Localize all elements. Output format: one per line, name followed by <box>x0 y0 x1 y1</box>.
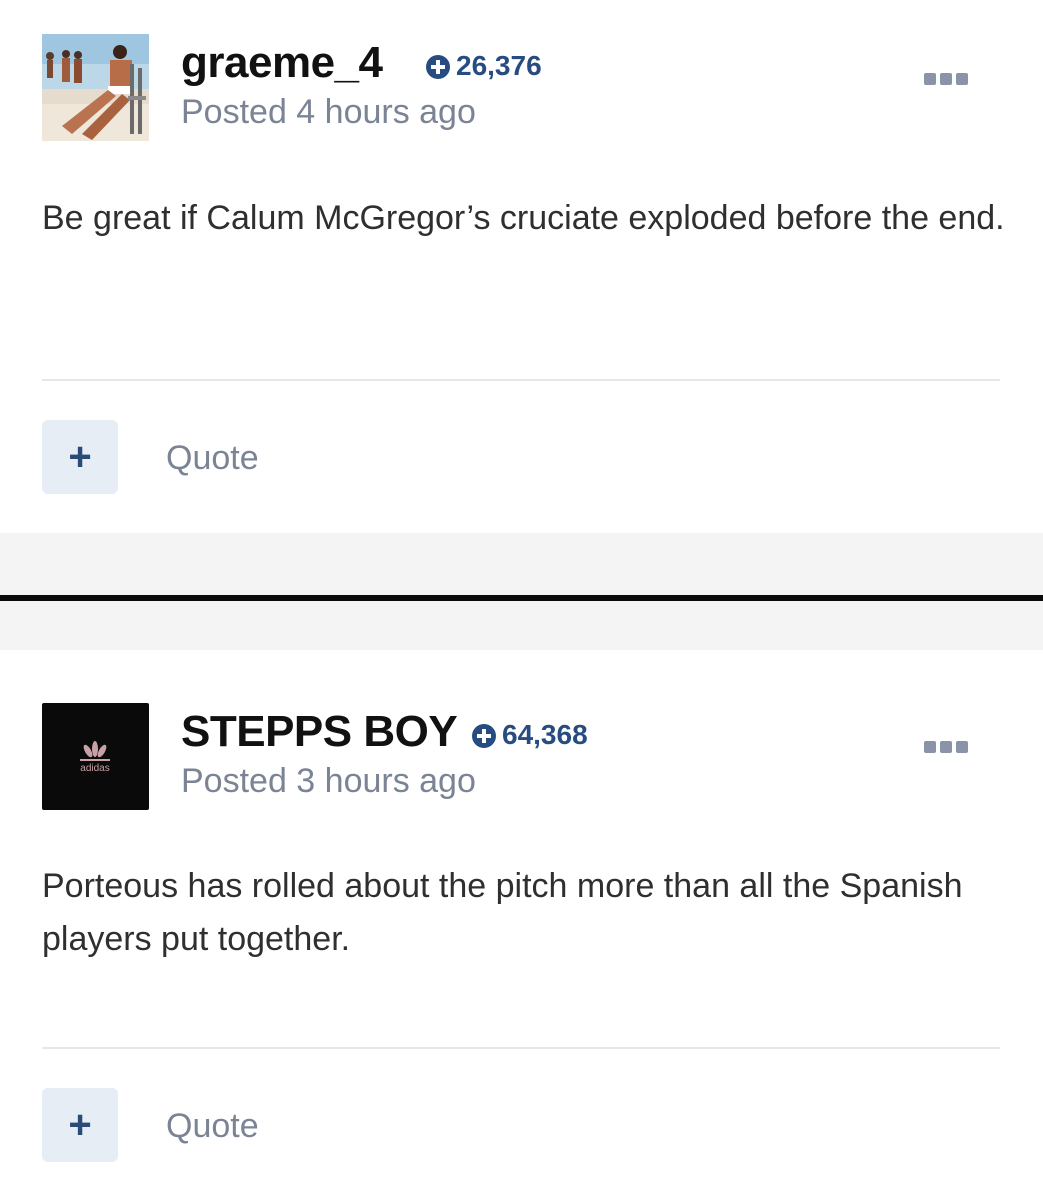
post-separator <box>0 533 1043 595</box>
username[interactable]: graeme_4 <box>181 38 383 88</box>
plus-circle-icon <box>472 723 496 748</box>
reputation-count: 64,368 <box>502 719 588 750</box>
post-timestamp[interactable]: Posted 3 hours ago <box>181 761 476 801</box>
reputation-badge: 26,376 <box>426 50 542 82</box>
more-dot <box>924 741 936 753</box>
post-separator <box>0 601 1043 650</box>
more-dot <box>956 73 968 85</box>
svg-text:adidas: adidas <box>80 763 109 774</box>
quote-button[interactable]: Quote <box>166 1106 259 1146</box>
post-graeme-4: graeme_4 26,376 Posted 4 hours ago Be gr… <box>0 0 1043 533</box>
more-dot <box>924 73 936 85</box>
username[interactable]: STEPPS BOY <box>181 707 458 757</box>
reputation-badge: 64,368 <box>472 719 588 751</box>
plus-circle-icon <box>426 54 450 79</box>
avatar-adidas-logo: adidas <box>42 703 149 810</box>
reputation-button[interactable]: + <box>42 420 118 494</box>
divider <box>42 379 1000 381</box>
post-content: Be great if Calum McGregor’s cruciate ex… <box>42 199 1005 237</box>
divider <box>42 1047 1000 1049</box>
post-timestamp[interactable]: Posted 4 hours ago <box>181 92 476 132</box>
avatar[interactable] <box>42 34 149 141</box>
avatar[interactable]: adidas <box>42 703 149 810</box>
avatar-beach-photo <box>42 34 149 141</box>
plus-icon: + <box>68 1103 92 1147</box>
post-content: Porteous has rolled about the pitch more… <box>42 867 963 958</box>
plus-icon: + <box>68 435 92 479</box>
more-options-icon[interactable] <box>924 71 970 87</box>
quote-button[interactable]: Quote <box>166 438 259 478</box>
more-dot <box>940 73 952 85</box>
more-options-icon[interactable] <box>924 739 970 755</box>
reputation-count: 26,376 <box>456 50 542 81</box>
reputation-button[interactable]: + <box>42 1088 118 1162</box>
post-stepps-boy: adidas STEPPS BOY 64,368 Posted 3 hours … <box>0 650 1043 1200</box>
more-dot <box>956 741 968 753</box>
more-dot <box>940 741 952 753</box>
